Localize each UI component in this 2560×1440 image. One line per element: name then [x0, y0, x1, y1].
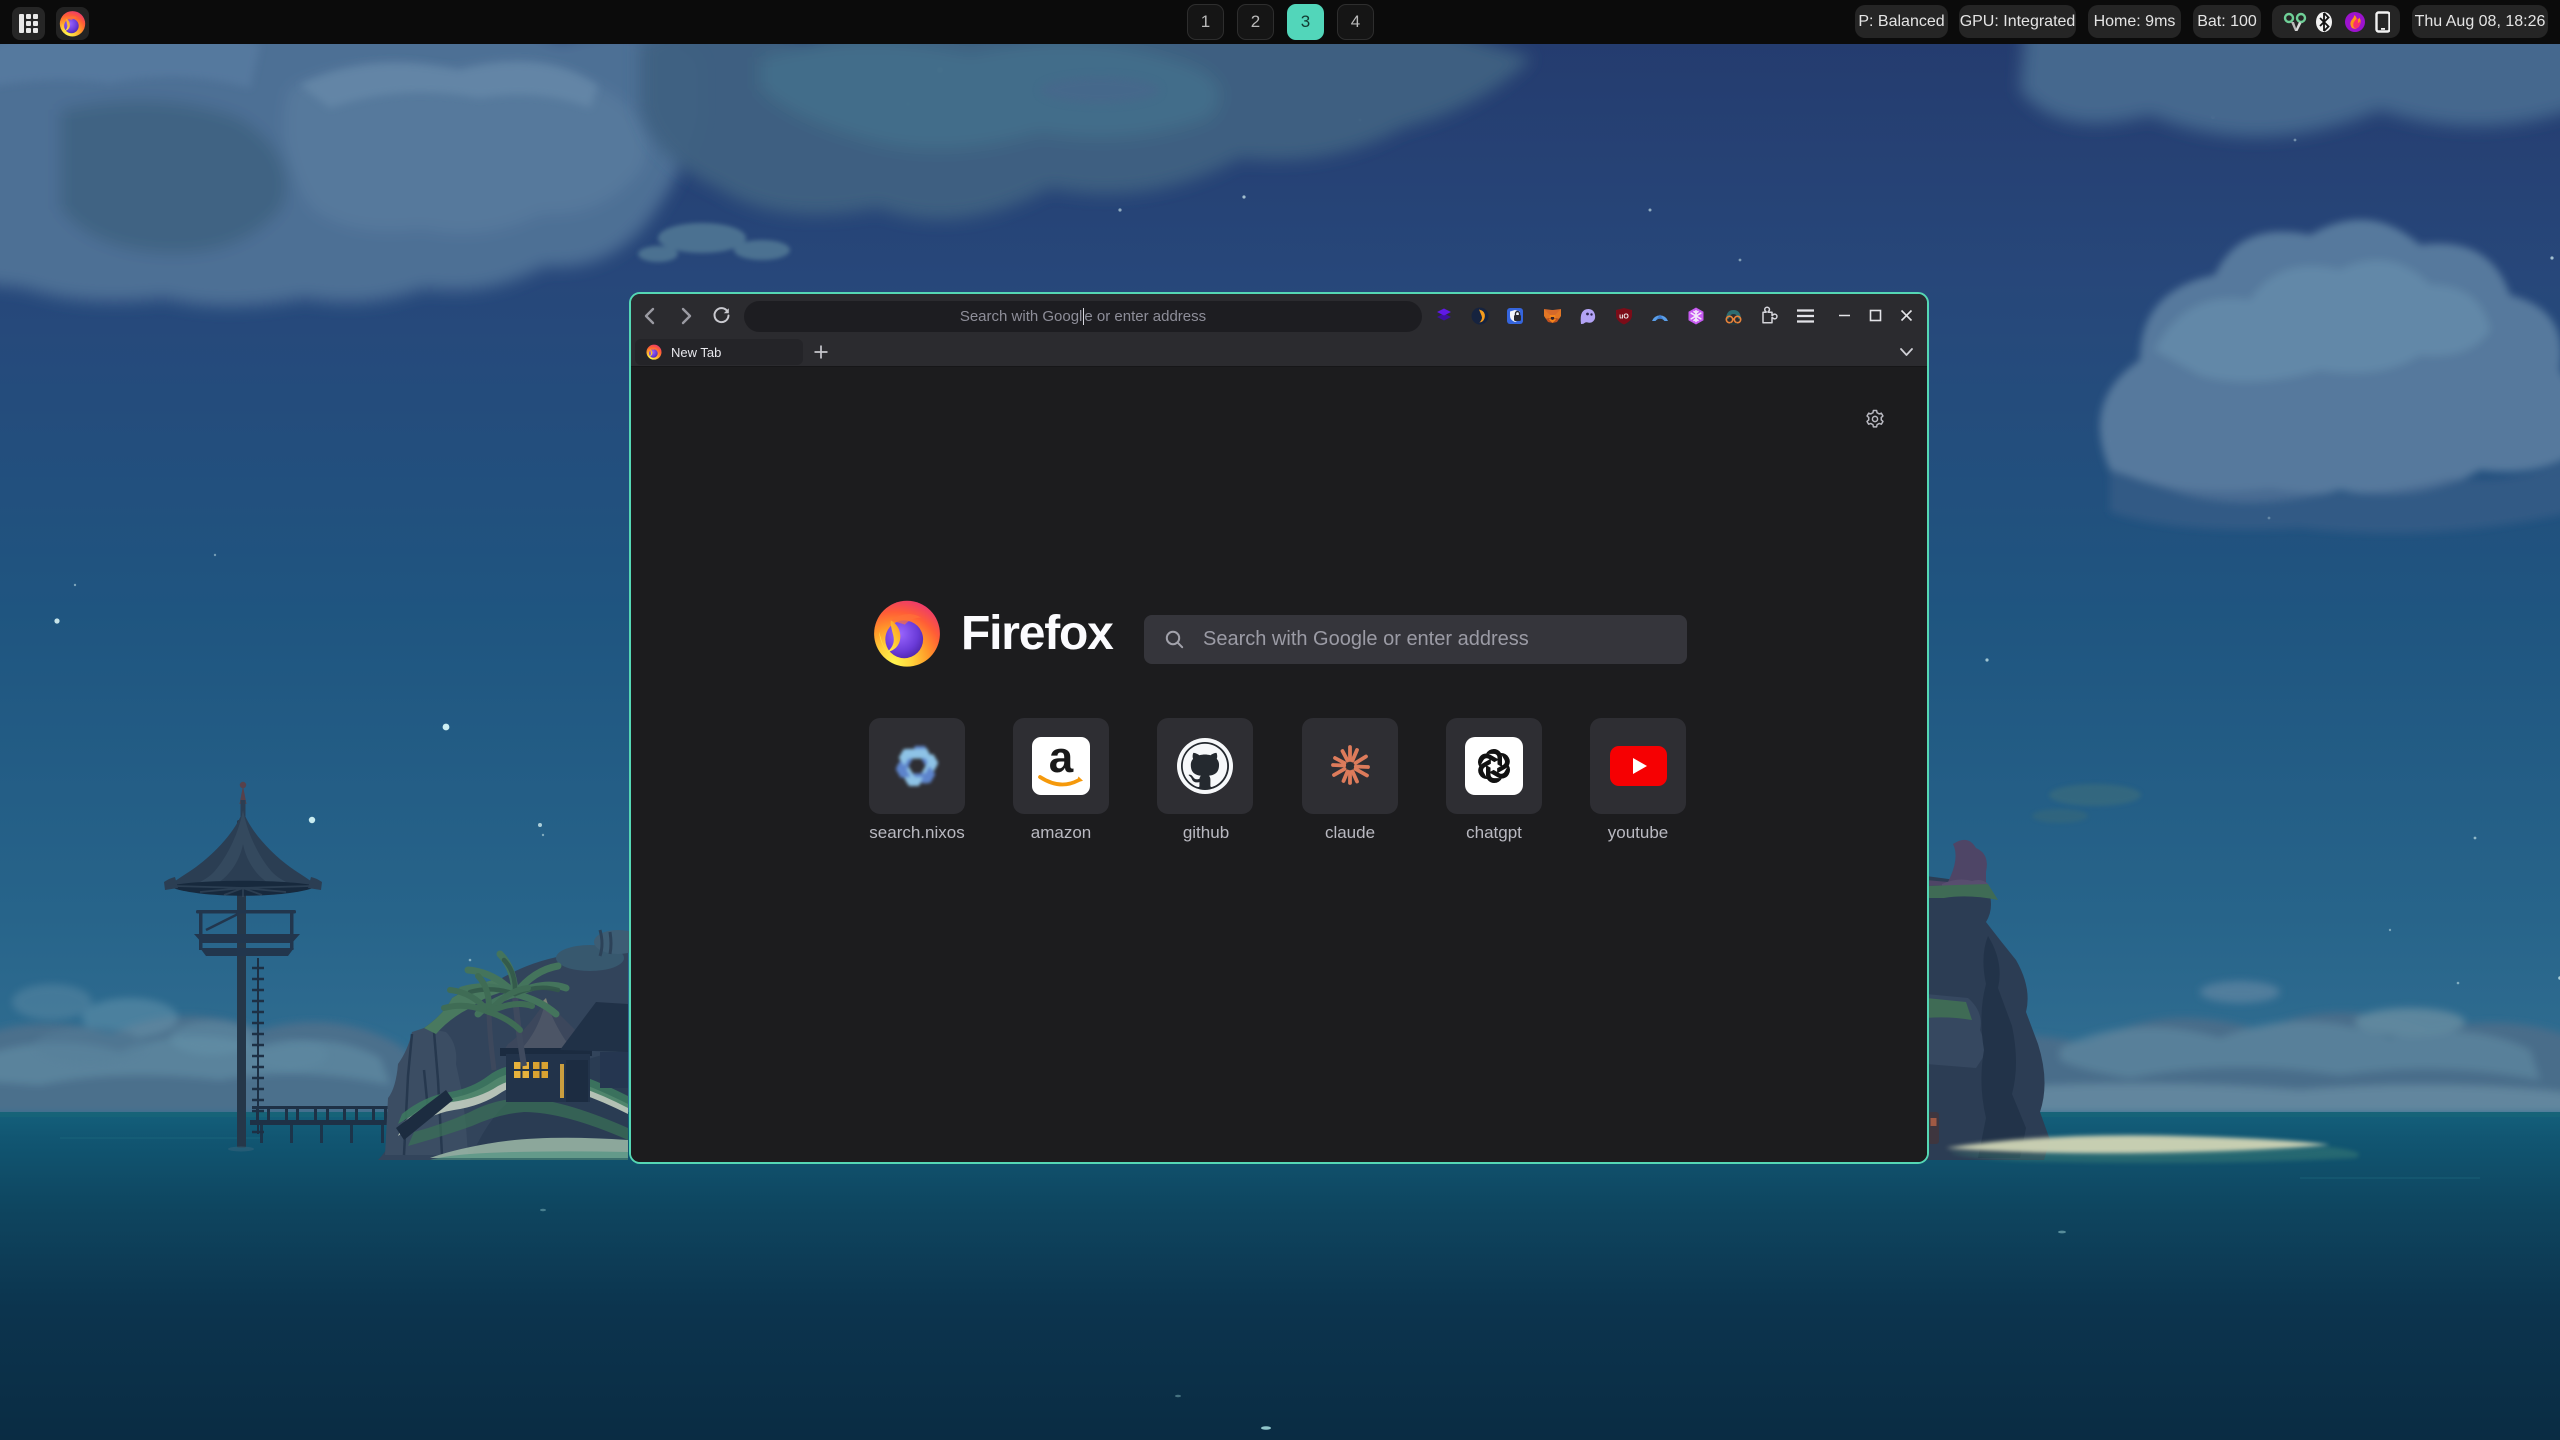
svg-text:uO: uO — [1619, 314, 1629, 321]
